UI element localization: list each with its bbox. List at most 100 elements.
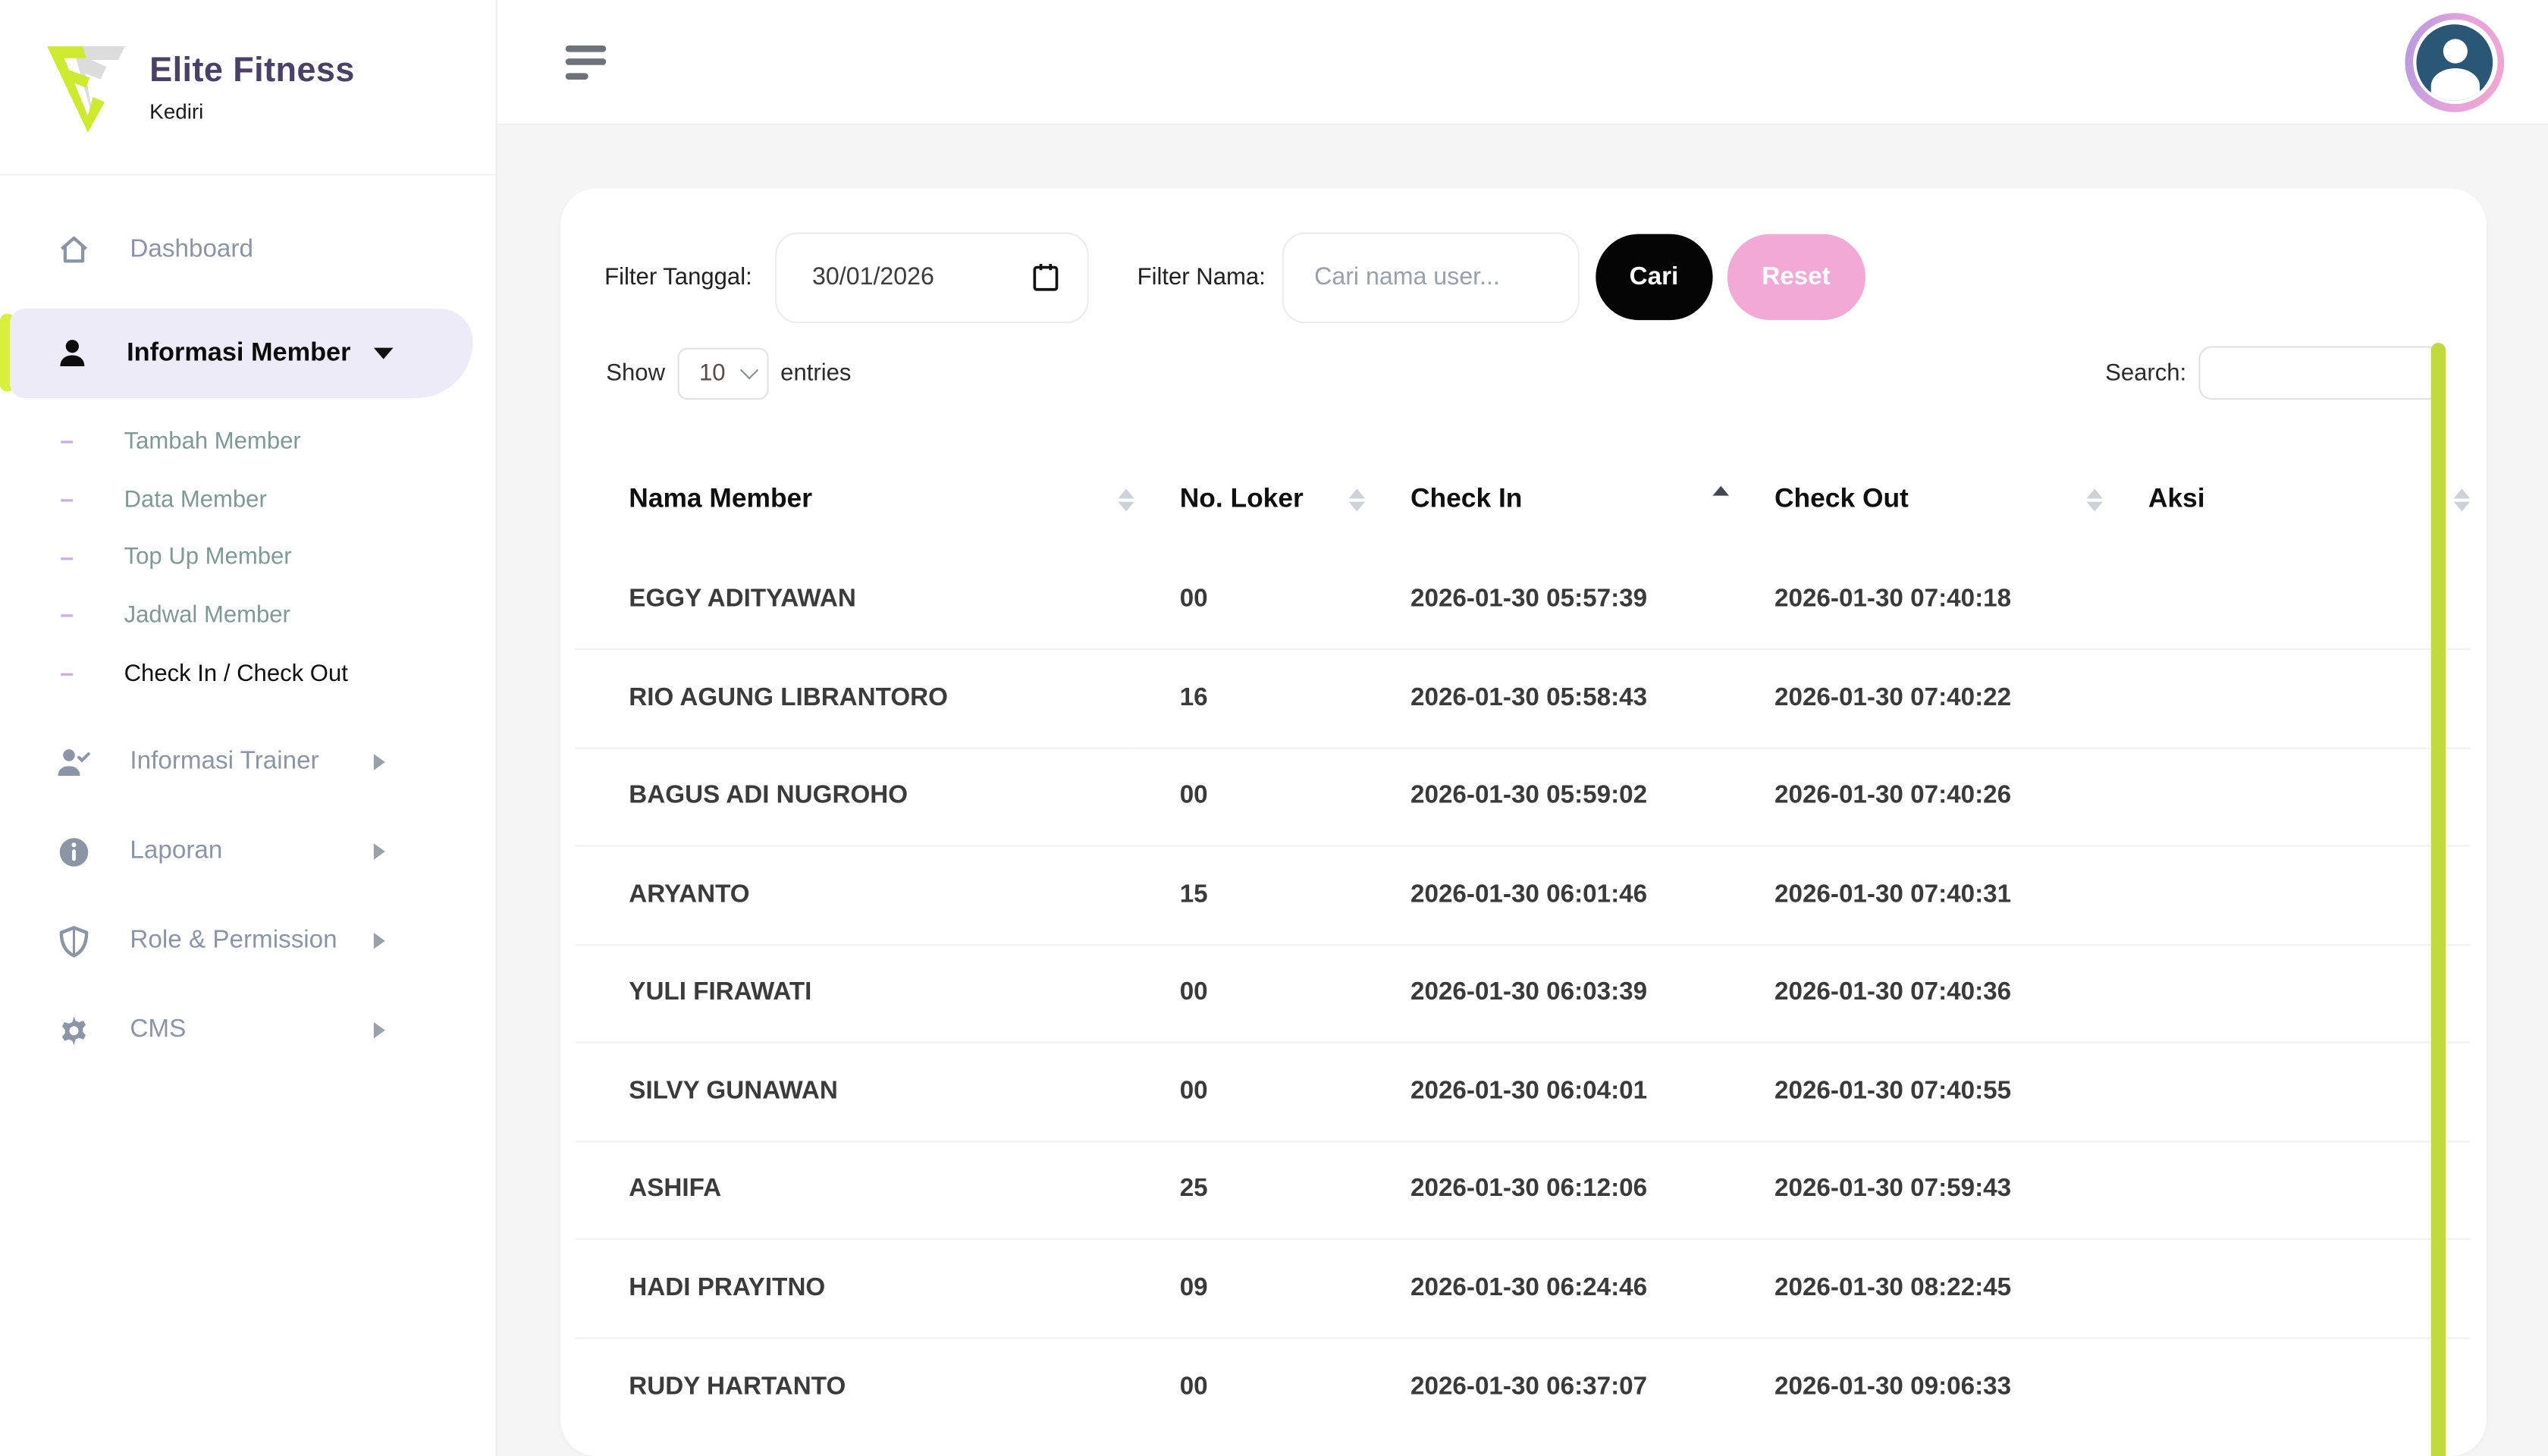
chevron-down-icon — [741, 360, 759, 378]
cell-check-in: 2026-01-30 06:03:39 — [1365, 944, 1729, 1043]
sidebar-item-role-permission[interactable]: Role & Permission — [0, 912, 495, 971]
column-header-label: Check In — [1410, 485, 1522, 514]
cell-check-in: 2026-01-30 06:37:07 — [1365, 1338, 1729, 1436]
filter-date-input[interactable]: 30/01/2026 — [775, 231, 1089, 322]
dash-bullet-icon: – — [60, 602, 74, 629]
column-header-check-in[interactable]: Check In — [1365, 448, 1729, 551]
brand: Elite Fitness Kediri — [0, 0, 495, 175]
dash-bullet-icon: – — [60, 660, 74, 687]
sidebar-subitem-label: Data Member — [124, 487, 267, 513]
sidebar-item-laporan[interactable]: Laporan — [0, 823, 495, 881]
table-wrap: Nama Member No. Loker Check In Check Out Aks… — [576, 448, 2471, 1436]
cell-nama-member: SILVY GUNAWAN — [576, 1043, 1134, 1141]
cell-no-loker: 00 — [1134, 944, 1365, 1043]
sidebar-subitem-label: Check In / Check Out — [124, 661, 348, 686]
table-scrollbar[interactable] — [2431, 343, 2445, 1456]
chevron-right-icon — [373, 1023, 384, 1039]
cell-check-out: 2026-01-30 09:06:33 — [1729, 1338, 2103, 1436]
sidebar-item-label: CMS — [130, 1016, 186, 1046]
sidebar-subitem-top-up-member[interactable]: – Top Up Member — [0, 529, 495, 586]
sidebar-subitem-data-member[interactable]: – Data Member — [0, 471, 495, 529]
column-header-no-loker[interactable]: No. Loker — [1134, 448, 1365, 551]
app-window: Elite Fitness Kediri Dashboard — [0, 0, 2548, 1456]
user-avatar-icon[interactable] — [2405, 12, 2504, 111]
table-row: ASHIFA252026-01-30 06:12:062026-01-30 07… — [576, 1141, 2471, 1239]
cell-nama-member: EGGY ADITYAWAN — [576, 551, 1134, 649]
column-header-label: Aksi — [2148, 485, 2205, 514]
cell-aksi — [2103, 1338, 2470, 1436]
cell-check-out: 2026-01-30 07:40:22 — [1729, 649, 2103, 748]
cell-no-loker: 00 — [1134, 551, 1365, 649]
sidebar-item-cms[interactable]: CMS — [0, 1002, 495, 1060]
cell-nama-member: BAGUS ADI NUGROHO — [576, 748, 1134, 846]
dash-bullet-icon: – — [60, 486, 74, 513]
user-icon — [55, 336, 91, 372]
cell-no-loker: 00 — [1134, 748, 1365, 846]
filter-name-input[interactable]: Cari nama user... — [1282, 231, 1579, 322]
search-label: Search: — [2105, 360, 2186, 386]
cell-aksi — [2103, 846, 2470, 944]
sidebar-subitem-jadwal-member[interactable]: –Jadwal Member — [0, 587, 495, 645]
table-row: BAGUS ADI NUGROHO002026-01-30 05:59:0220… — [576, 748, 2471, 846]
cell-no-loker: 09 — [1134, 1239, 1365, 1338]
sidebar-item-informasi-trainer[interactable]: Informasi Trainer — [0, 733, 495, 792]
page-length-value: 10 — [699, 360, 726, 386]
cell-check-out: 2026-01-30 07:40:18 — [1729, 551, 2103, 649]
brand-title: Elite Fitness — [149, 52, 355, 90]
search-input[interactable] — [2198, 346, 2440, 400]
sort-both-icon — [1349, 488, 1365, 511]
sort-ascending-icon — [1713, 487, 1729, 497]
cell-check-out: 2026-01-30 07:40:26 — [1729, 748, 2103, 846]
sort-both-icon — [2086, 488, 2102, 511]
sidebar-item-dashboard[interactable]: Dashboard — [0, 218, 495, 283]
cari-button[interactable]: Cari — [1596, 234, 1712, 321]
gear-icon — [55, 1013, 91, 1049]
cell-aksi — [2103, 1043, 2470, 1141]
sidebar-subitem-check-in-check-out[interactable]: – Check In / Check Out — [0, 645, 495, 702]
column-header-nama-member[interactable]: Nama Member — [576, 448, 1134, 551]
show-label: Show — [606, 360, 665, 386]
cell-nama-member: YULI FIRAWATI — [576, 944, 1134, 1043]
cell-check-out: 2026-01-30 07:59:43 — [1729, 1141, 2103, 1239]
cell-check-in: 2026-01-30 06:04:01 — [1365, 1043, 1729, 1141]
page-length-select[interactable]: 10 — [678, 347, 769, 400]
hamburger-icon[interactable] — [565, 45, 606, 79]
sidebar-item-label: Informasi Member — [127, 339, 350, 369]
sort-both-icon — [1118, 488, 1134, 511]
cell-check-in: 2026-01-30 06:01:46 — [1365, 846, 1729, 944]
sidebar-item-label: Informasi Trainer — [130, 748, 318, 778]
sidebar-item-label: Dashboard — [130, 236, 253, 265]
sidebar-item-informasi-member-wrap: Informasi Member — [0, 309, 495, 398]
table-controls: Show 10 entries Search: — [560, 346, 2485, 400]
reset-button[interactable]: Reset — [1727, 234, 1865, 321]
table-row: SILVY GUNAWAN002026-01-30 06:04:012026-0… — [576, 1043, 2471, 1141]
table-row: HADI PRAYITNO092026-01-30 06:24:462026-0… — [576, 1239, 2471, 1338]
sidebar-subitem-tambah-member[interactable]: – Tambah Member — [0, 413, 495, 470]
cell-check-out: 2026-01-30 07:40:55 — [1729, 1043, 2103, 1141]
cell-aksi — [2103, 748, 2470, 846]
cell-check-in: 2026-01-30 05:58:43 — [1365, 649, 1729, 748]
filter-name-label: Filter Nama: — [1138, 264, 1266, 290]
table-row: YULI FIRAWATI002026-01-30 06:03:392026-0… — [576, 944, 2471, 1043]
cell-nama-member: RUDY HARTANTO — [576, 1338, 1134, 1436]
cell-aksi — [2103, 1239, 2470, 1338]
cell-aksi — [2103, 649, 2470, 748]
sidebar-subitem-label: Tambah Member — [124, 428, 301, 454]
calendar-icon[interactable] — [1031, 262, 1059, 293]
cell-no-loker: 25 — [1134, 1141, 1365, 1239]
dash-bullet-icon: – — [60, 544, 74, 571]
sidebar-item-label: Role & Permission — [130, 927, 337, 956]
sidebar-subitem-label: Top Up Member — [124, 544, 292, 570]
topbar — [497, 0, 2548, 125]
table-row: RUDY HARTANTO002026-01-30 06:37:072026-0… — [576, 1338, 2471, 1436]
checkin-checkout-card: Filter Tanggal: 30/01/2026 Filter Nama: … — [560, 189, 2485, 1456]
column-header-aksi[interactable]: Aksi — [2103, 448, 2470, 551]
sidebar-item-informasi-member[interactable]: Informasi Member — [10, 309, 473, 398]
cell-no-loker: 00 — [1134, 1043, 1365, 1141]
column-header-check-out[interactable]: Check Out — [1729, 448, 2103, 551]
sidebar-nav: Dashboard Informasi Member – Tambah Membe… — [0, 175, 495, 1060]
sidebar-item-label: Laporan — [130, 838, 222, 868]
dash-bullet-icon: – — [60, 428, 74, 455]
column-header-label: Nama Member — [629, 485, 812, 514]
home-icon — [55, 232, 91, 268]
